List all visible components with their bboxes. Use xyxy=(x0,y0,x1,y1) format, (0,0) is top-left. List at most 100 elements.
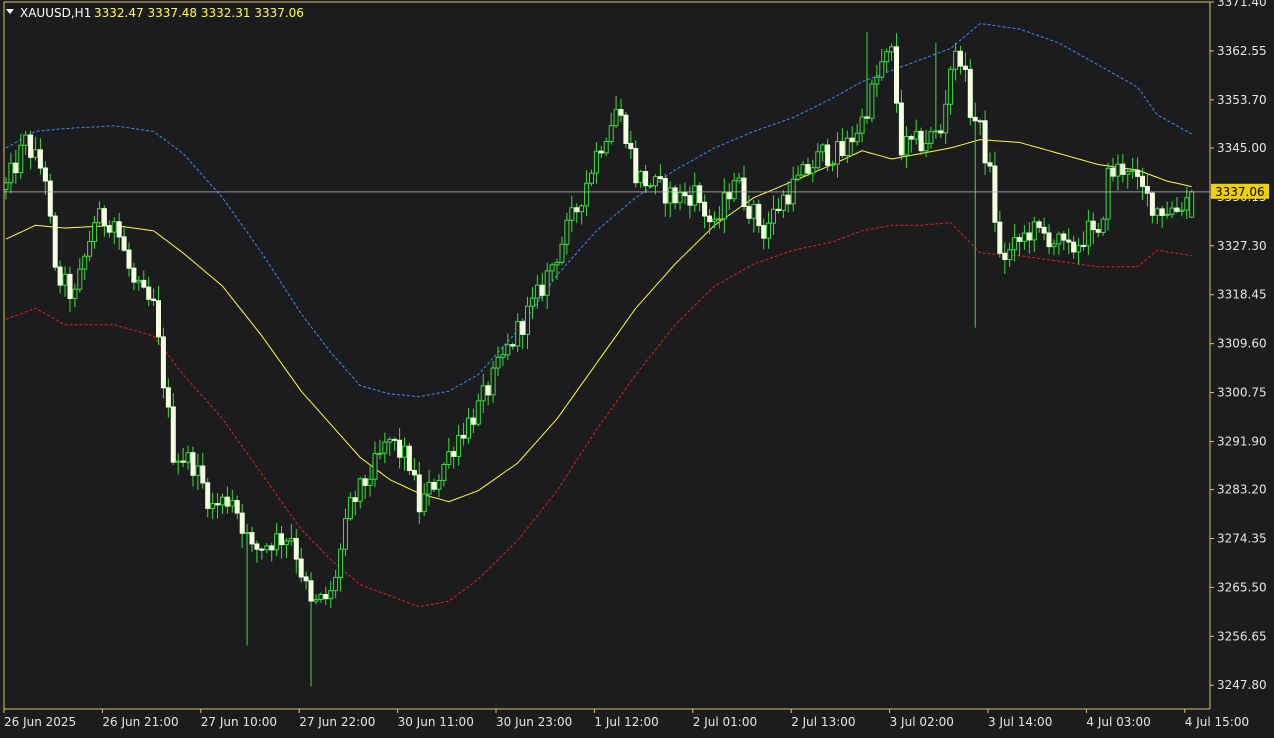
candle-body xyxy=(1130,169,1136,172)
candle-body xyxy=(298,558,304,578)
candle-body xyxy=(475,400,481,425)
candle-body xyxy=(1007,249,1013,261)
candle-body xyxy=(333,576,339,592)
candle-body xyxy=(638,171,644,184)
candle-body xyxy=(766,222,772,239)
candle-body xyxy=(42,167,48,182)
candle-body xyxy=(756,203,762,227)
candle-body xyxy=(1184,197,1190,211)
candle-body xyxy=(141,279,147,288)
candle-body xyxy=(835,141,840,165)
candle-body xyxy=(466,417,471,439)
candle-body xyxy=(1149,192,1155,216)
candle-body xyxy=(190,452,196,476)
candle-body xyxy=(953,50,959,70)
candle-body xyxy=(712,218,717,223)
time-tick-label: 3 Jul 02:00 xyxy=(890,715,954,729)
candle-body xyxy=(726,192,732,200)
candle-body xyxy=(308,580,314,602)
candle-body xyxy=(338,548,344,578)
time-tick-label: 4 Jul 03:00 xyxy=(1086,715,1150,729)
candle-body xyxy=(933,130,939,133)
candle-body xyxy=(1066,239,1072,243)
candle-body xyxy=(697,185,703,203)
candle-body xyxy=(165,387,171,408)
time-tick-label: 26 Jun 2025 xyxy=(4,715,76,729)
candle-body xyxy=(224,496,230,507)
candle-body xyxy=(982,120,988,164)
candle-body xyxy=(805,164,811,174)
candle-body xyxy=(859,116,865,134)
price-tick-label: 3318.45 xyxy=(1217,288,1267,302)
candle-body xyxy=(1036,221,1042,228)
candle-body xyxy=(1002,252,1008,261)
candle-body xyxy=(677,192,683,204)
candle-body xyxy=(785,194,791,205)
candle-body xyxy=(820,144,826,153)
candle-body xyxy=(879,61,885,78)
candle xyxy=(869,79,875,123)
candle-body xyxy=(525,305,530,335)
candle-body xyxy=(1174,207,1180,212)
candle-body xyxy=(283,540,289,546)
candle-body xyxy=(136,279,142,283)
candle-body xyxy=(593,150,599,174)
candle-body xyxy=(87,241,93,257)
candlestick-chart[interactable]: 3371.403362.553353.703345.003336.153327.… xyxy=(0,0,1274,734)
candle-body xyxy=(3,182,9,190)
time-tick-label: 2 Jul 01:00 xyxy=(693,715,757,729)
chart-canvas[interactable]: 3371.403362.553353.703345.003336.153327.… xyxy=(0,0,1274,734)
candle-body xyxy=(1061,233,1067,241)
candle-body xyxy=(318,594,324,600)
candle-body xyxy=(111,221,117,233)
candle-body xyxy=(505,344,511,356)
candle-body xyxy=(598,150,604,154)
candle-body xyxy=(249,532,255,545)
candle-body xyxy=(898,102,904,156)
candle-body xyxy=(1095,229,1101,233)
candle-body xyxy=(229,500,235,507)
candle-body xyxy=(451,451,457,457)
candle-body xyxy=(967,68,973,118)
candle-body xyxy=(962,65,968,70)
candle-body xyxy=(613,109,619,127)
candle-body xyxy=(347,497,353,520)
time-tick-label: 4 Jul 15:00 xyxy=(1185,715,1249,729)
candle-body xyxy=(116,221,122,238)
candle-body xyxy=(849,137,855,143)
candle-body xyxy=(387,438,393,443)
candle-body xyxy=(288,538,294,542)
candle-body xyxy=(608,125,614,142)
candle-body xyxy=(18,144,24,174)
candle-body xyxy=(293,538,299,560)
candle-body xyxy=(1120,163,1126,175)
candle-body xyxy=(1159,208,1165,216)
price-tick-label: 3362.55 xyxy=(1217,44,1267,58)
chart-background xyxy=(0,0,1274,734)
candle-body xyxy=(628,143,634,150)
candle-body xyxy=(987,162,993,167)
price-tick-label: 3291.90 xyxy=(1217,435,1267,449)
candle-body xyxy=(62,273,68,286)
price-tick-label: 3247.80 xyxy=(1217,678,1267,692)
time-tick-label: 30 Jun 11:00 xyxy=(398,715,474,729)
candle-body xyxy=(923,142,929,152)
candle-body xyxy=(215,503,221,506)
candle-body xyxy=(652,176,658,187)
candle-body xyxy=(461,434,467,439)
candle-body xyxy=(146,286,152,300)
candle-body xyxy=(456,434,462,457)
candle-body xyxy=(328,590,334,600)
candle-body xyxy=(1085,220,1091,247)
candle-body xyxy=(180,460,186,463)
candle-body xyxy=(254,543,260,550)
candle-body xyxy=(37,149,43,169)
candle-body xyxy=(972,116,978,122)
candle-body xyxy=(948,68,954,105)
candle-body xyxy=(1051,243,1057,248)
candle-body xyxy=(569,207,575,221)
candle-body xyxy=(1021,232,1027,242)
candle-body xyxy=(8,162,14,184)
candle-body xyxy=(352,497,358,502)
candle-body xyxy=(943,103,949,134)
